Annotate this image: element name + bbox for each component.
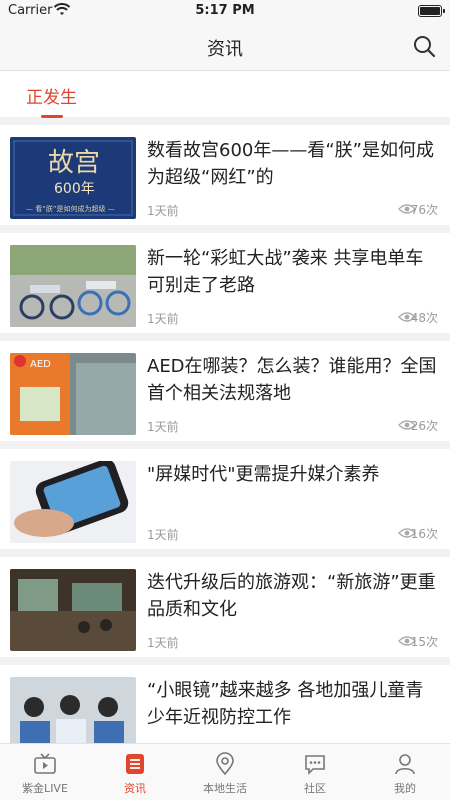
tab-label: 正发生: [26, 88, 77, 108]
article-title[interactable]: 数看故宫600年——看“朕”是如何成为超级“网红”的: [147, 137, 438, 191]
thumb-text-sub: 600年: [54, 181, 95, 197]
page-title: 资讯: [207, 39, 243, 60]
article-thumbnail: [10, 461, 136, 543]
status-bar: Carrier 5:17 PM: [0, 0, 450, 22]
location-pin-icon: [216, 752, 234, 776]
list-item[interactable]: AED AED在哪装？怎么装？谁能用？全国首个相关法规落地 1天前 26次: [0, 341, 450, 449]
tab-label: 我的: [394, 782, 416, 795]
bottom-tab-bar: 紫金LIVE 资讯 本地生活 社区 我的: [0, 743, 450, 800]
list-item[interactable]: 新一轮“彩虹大战”袭来 共享电单车可别走了老路 1天前 48次: [0, 233, 450, 341]
tab-live[interactable]: 紫金LIVE: [0, 744, 90, 800]
publish-time: 1天前: [147, 528, 179, 542]
article-title[interactable]: “小眼镜”越来越多 各地加强儿童青少年近视防控工作: [147, 677, 438, 731]
publish-time: 1天前: [147, 420, 179, 434]
view-count: 16次: [410, 527, 438, 541]
publish-time: 1天前: [147, 636, 179, 650]
thumb-sign: AED: [30, 359, 51, 370]
tab-mine[interactable]: 我的: [360, 744, 450, 800]
person-icon: [395, 754, 415, 775]
article-thumbnail: 故宫 600年 — 看“朕”是如何成为超级 —: [10, 137, 136, 219]
news-list-icon: [126, 754, 144, 774]
view-count: 26次: [410, 419, 438, 433]
article-thumbnail: [10, 569, 136, 651]
list-item[interactable]: 故宫 600年 — 看“朕”是如何成为超级 — 数看故宫600年——看“朕”是如…: [0, 125, 450, 233]
list-item[interactable]: “小眼镜”越来越多 各地加强儿童青少年近视防控工作: [0, 665, 450, 745]
active-tab-indicator: [40, 115, 63, 118]
tab-local-life[interactable]: 本地生活: [180, 744, 270, 800]
chat-bubble-icon: [305, 755, 325, 775]
publish-time: 1天前: [147, 204, 179, 218]
article-title[interactable]: 迭代升级后的旅游观：“新旅游”更重品质和文化: [147, 569, 438, 623]
tv-icon: [34, 753, 56, 774]
list-item[interactable]: 迭代升级后的旅游观：“新旅游”更重品质和文化 1天前 15次: [0, 557, 450, 665]
tab-label: 本地生活: [203, 782, 247, 795]
publish-time: 1天前: [147, 312, 179, 326]
thumb-caption: — 看“朕”是如何成为超级 —: [26, 204, 115, 213]
article-title[interactable]: 新一轮“彩虹大战”袭来 共享电单车可别走了老路: [147, 245, 438, 299]
tab-label: 社区: [304, 782, 326, 795]
article-thumbnail: [10, 245, 136, 327]
category-tab-bar: 正发生: [0, 71, 450, 118]
article-thumbnail: [10, 677, 136, 745]
thumb-text-main: 故宫: [48, 148, 100, 178]
tab-news[interactable]: 资讯: [90, 744, 180, 800]
view-count: 15次: [410, 635, 438, 649]
article-title[interactable]: "屏媒时代"更需提升媒介素养: [147, 461, 438, 488]
nav-bar: 资讯: [0, 22, 450, 71]
tab-happening-now[interactable]: 正发生: [26, 83, 77, 118]
article-list[interactable]: 故宫 600年 — 看“朕”是如何成为超级 — 数看故宫600年——看“朕”是如…: [0, 125, 450, 745]
tab-label: 紫金LIVE: [22, 782, 68, 795]
tab-label: 资讯: [124, 782, 146, 795]
clock: 5:17 PM: [195, 3, 255, 18]
article-thumbnail: AED: [10, 353, 136, 435]
search-icon[interactable]: [412, 34, 436, 58]
article-title[interactable]: AED在哪装？怎么装？谁能用？全国首个相关法规落地: [147, 353, 438, 407]
battery-icon: [418, 5, 445, 17]
view-count: 48次: [410, 311, 438, 325]
list-item[interactable]: "屏媒时代"更需提升媒介素养 1天前 16次: [0, 449, 450, 557]
tab-community[interactable]: 社区: [270, 744, 360, 800]
view-count: 76次: [410, 203, 438, 217]
